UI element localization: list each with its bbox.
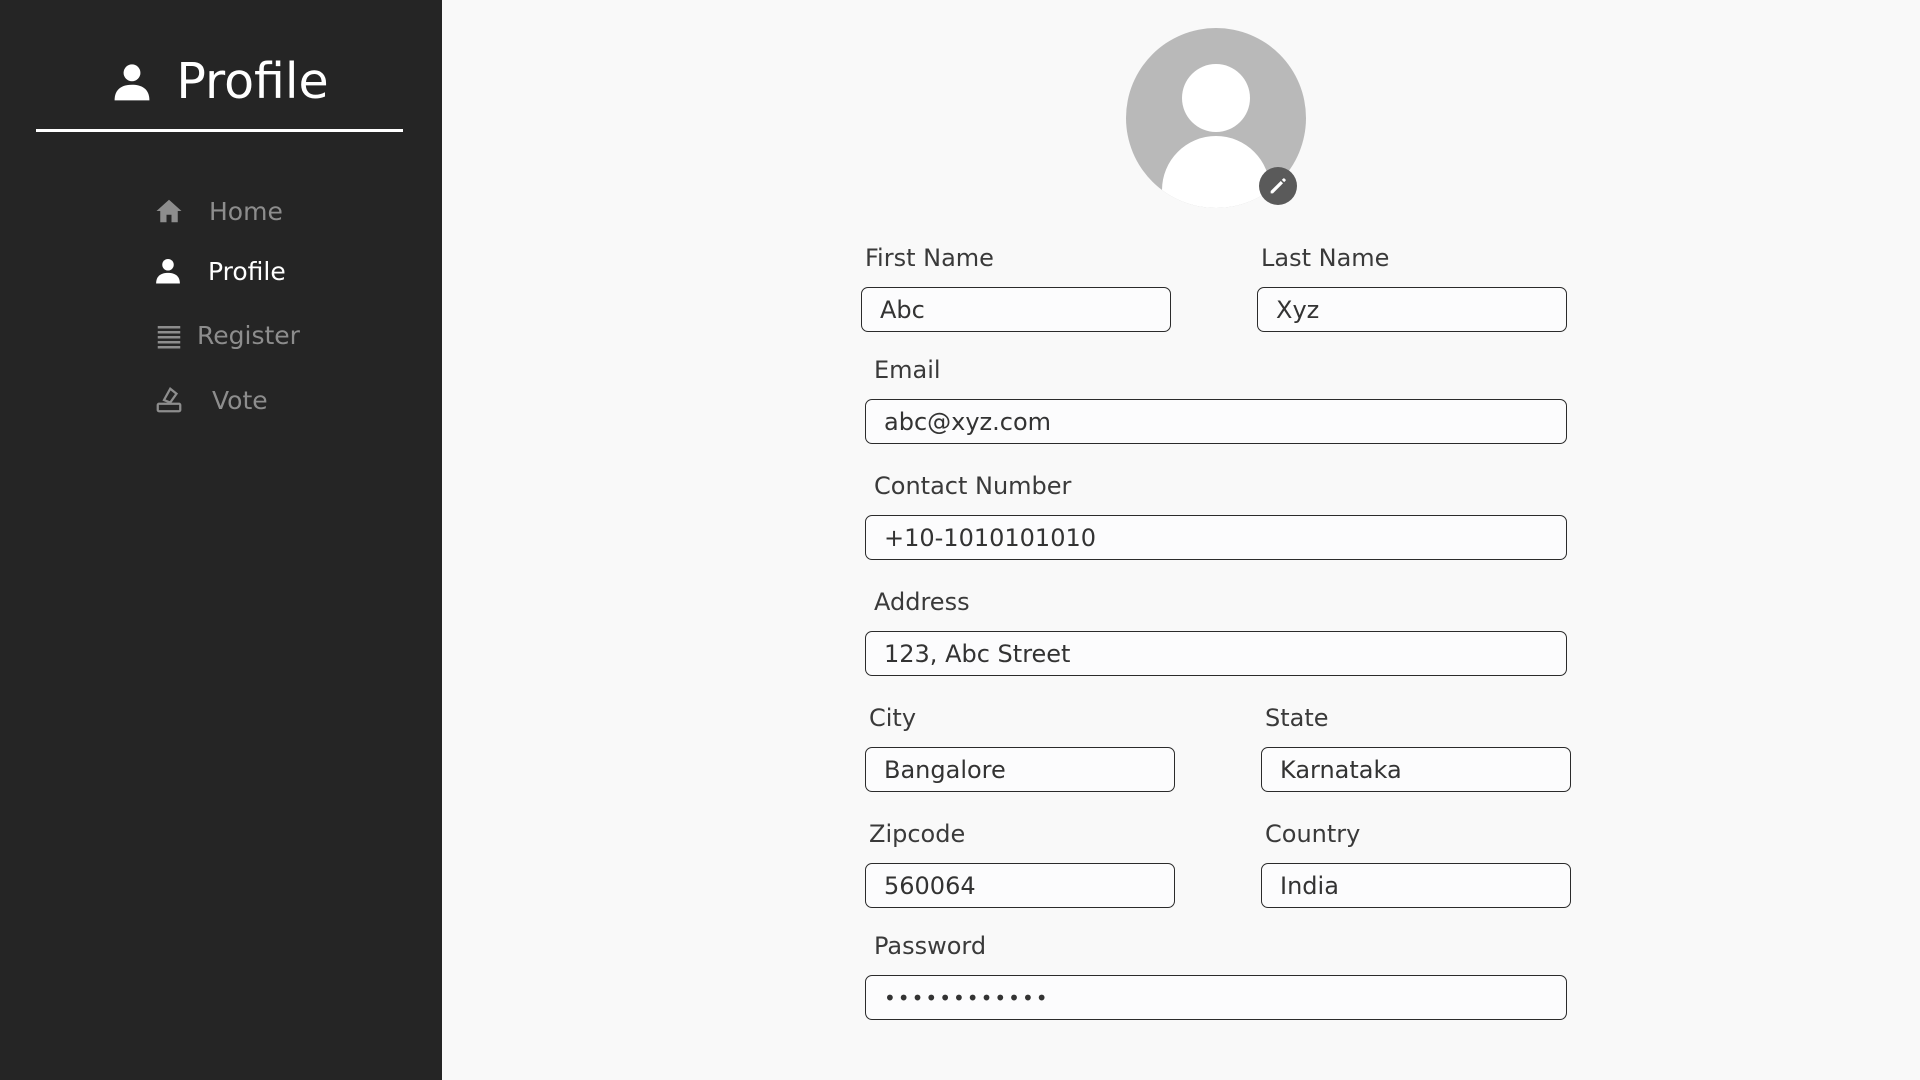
sidebar-item-home[interactable]: Home	[0, 188, 442, 234]
contact-number-input[interactable]	[865, 515, 1567, 560]
edit-avatar-button[interactable]	[1259, 167, 1297, 205]
city-input[interactable]	[865, 747, 1175, 792]
sidebar-item-label: Register	[197, 320, 300, 350]
contact-number-label: Contact Number	[874, 472, 1072, 500]
home-icon	[156, 199, 182, 223]
last-name-input[interactable]	[1257, 287, 1567, 332]
sidebar-item-label: Profile	[208, 256, 286, 286]
country-label: Country	[1265, 820, 1361, 848]
sidebar-title: Profile	[176, 53, 329, 110]
first-name-label: First Name	[865, 244, 994, 272]
password-label: Password	[874, 932, 987, 960]
sidebar-item-vote[interactable]: Vote	[0, 377, 442, 423]
person-icon	[156, 259, 180, 284]
address-input[interactable]	[865, 631, 1567, 676]
zipcode-label: Zipcode	[869, 820, 966, 848]
sidebar-item-register[interactable]: Register	[0, 312, 442, 358]
avatar-placeholder-icon	[1182, 64, 1250, 132]
last-name-label: Last Name	[1261, 244, 1390, 272]
ballot-icon	[156, 387, 182, 413]
sidebar: Profile Home Profile Register Vote	[0, 0, 442, 1080]
sidebar-item-label: Vote	[212, 385, 268, 415]
sidebar-item-label: Home	[209, 196, 283, 226]
list-icon	[157, 326, 181, 349]
zipcode-input[interactable]	[865, 863, 1175, 908]
person-icon	[114, 63, 150, 100]
state-input[interactable]	[1261, 747, 1571, 792]
sidebar-brand: Profile	[36, 46, 403, 132]
sidebar-item-profile[interactable]: Profile	[0, 248, 442, 294]
city-label: City	[869, 704, 917, 732]
email-label: Email	[874, 356, 941, 384]
email-field[interactable]	[865, 399, 1567, 444]
pencil-icon	[1270, 178, 1286, 194]
state-label: State	[1265, 704, 1329, 732]
first-name-input[interactable]	[861, 287, 1171, 332]
address-label: Address	[874, 588, 970, 616]
password-field[interactable]	[865, 975, 1567, 1020]
country-input[interactable]	[1261, 863, 1571, 908]
